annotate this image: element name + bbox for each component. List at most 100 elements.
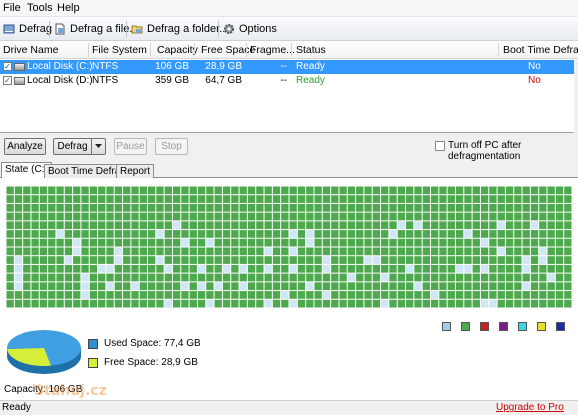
options-button[interactable]: Options — [223, 20, 277, 38]
used-cluster — [64, 221, 73, 230]
menu-help[interactable]: Help — [57, 2, 80, 14]
used-cluster — [222, 299, 231, 308]
used-cluster — [356, 230, 364, 238]
used-cluster — [406, 203, 414, 212]
used-cluster — [547, 299, 555, 308]
used-cluster — [73, 203, 81, 212]
drive-row-c[interactable]: ✓ Local Disk (C:) NTFS 106 GB 28,9 GB --… — [0, 60, 574, 74]
defrag-toolbar-button[interactable]: Defrag — [3, 20, 52, 38]
drive-list-scrollbar[interactable] — [574, 59, 578, 133]
tab-report[interactable]: Report — [116, 164, 155, 179]
drive-checkbox[interactable]: ✓ — [3, 62, 12, 71]
used-cluster — [297, 221, 306, 230]
column-divider[interactable] — [88, 43, 89, 57]
used-cluster — [98, 186, 106, 195]
used-cluster — [239, 195, 247, 203]
used-cluster — [522, 273, 530, 282]
used-cluster — [455, 186, 464, 195]
free-cluster — [455, 264, 464, 273]
column-status[interactable]: Status — [296, 44, 326, 56]
used-cluster — [48, 291, 56, 299]
used-cluster — [181, 291, 189, 299]
used-cluster — [489, 186, 497, 195]
free-cluster — [289, 230, 297, 238]
stop-button[interactable]: Stop — [155, 138, 188, 155]
used-cluster — [197, 212, 206, 221]
used-cluster — [522, 247, 530, 256]
used-cluster — [372, 203, 381, 212]
used-cluster — [14, 299, 23, 308]
analyze-button[interactable]: Analyze — [4, 138, 46, 155]
used-cluster — [98, 212, 106, 221]
column-divider[interactable] — [246, 43, 247, 57]
used-cluster — [114, 230, 123, 238]
column-free-space[interactable]: Free Space — [201, 44, 255, 56]
used-cluster — [231, 291, 239, 299]
column-divider[interactable] — [291, 43, 292, 57]
used-cluster — [406, 291, 414, 299]
column-divider[interactable] — [498, 43, 499, 57]
column-fragmentation[interactable]: Fragme... — [250, 44, 295, 56]
used-cluster — [139, 203, 147, 212]
used-cluster — [14, 221, 23, 230]
used-cluster — [347, 186, 356, 195]
used-cluster — [489, 273, 497, 282]
used-cluster — [6, 291, 14, 299]
used-cluster — [164, 203, 172, 212]
drive-checkbox[interactable]: ✓ — [3, 76, 12, 85]
used-cluster — [256, 264, 264, 273]
used-cluster — [206, 256, 214, 264]
used-cluster — [172, 247, 181, 256]
used-cluster — [447, 186, 455, 195]
used-cluster — [530, 238, 539, 247]
used-cluster — [439, 299, 447, 308]
used-cluster — [197, 256, 206, 264]
turn-off-pc-checkbox[interactable] — [435, 141, 445, 151]
used-cluster — [455, 212, 464, 221]
used-cluster — [214, 221, 222, 230]
used-cluster — [547, 247, 555, 256]
used-cluster — [48, 299, 56, 308]
used-cluster — [231, 186, 239, 195]
pause-button[interactable]: Pause — [114, 138, 147, 155]
used-cluster — [397, 282, 406, 291]
used-cluster — [464, 221, 472, 230]
column-drive-name[interactable]: Drive Name — [3, 44, 58, 56]
column-divider[interactable] — [150, 43, 151, 57]
used-cluster — [139, 256, 147, 264]
drive-row-d[interactable]: ✓ Local Disk (D:) NTFS 359 GB 64,7 GB --… — [0, 74, 574, 88]
menu-file[interactable]: File — [3, 2, 21, 14]
column-file-system[interactable]: File System — [92, 44, 147, 56]
used-cluster — [331, 264, 339, 273]
used-cluster — [281, 221, 289, 230]
defrag-folder-button[interactable]: Defrag a folder... — [131, 20, 228, 38]
used-cluster — [356, 247, 364, 256]
used-cluster — [480, 282, 489, 291]
used-cluster — [522, 238, 530, 247]
upgrade-to-pro-link[interactable]: Upgrade to Pro — [496, 402, 564, 413]
used-cluster — [64, 203, 73, 212]
column-capacity[interactable]: Capacity — [157, 44, 198, 56]
used-cluster — [347, 299, 356, 308]
used-cluster — [314, 195, 322, 203]
used-cluster — [256, 203, 264, 212]
file-icon — [55, 23, 65, 35]
defrag-dropdown-button[interactable] — [91, 138, 106, 155]
used-cluster — [6, 221, 14, 230]
used-cluster — [555, 203, 564, 212]
hard-drive-icon — [14, 63, 25, 71]
used-cluster — [31, 291, 39, 299]
used-cluster — [539, 230, 547, 238]
column-divider[interactable] — [194, 43, 195, 57]
used-cluster — [56, 212, 64, 221]
used-cluster — [389, 256, 397, 264]
used-cluster — [156, 247, 164, 256]
used-cluster — [31, 212, 39, 221]
free-cluster — [381, 299, 389, 308]
column-boot-time-defrag[interactable]: Boot Time Defrag — [503, 44, 578, 56]
used-cluster — [181, 273, 189, 282]
used-cluster — [297, 273, 306, 282]
menu-tools[interactable]: Tools — [27, 2, 53, 14]
defrag-button[interactable]: Defrag — [53, 138, 91, 155]
used-cluster — [222, 212, 231, 221]
